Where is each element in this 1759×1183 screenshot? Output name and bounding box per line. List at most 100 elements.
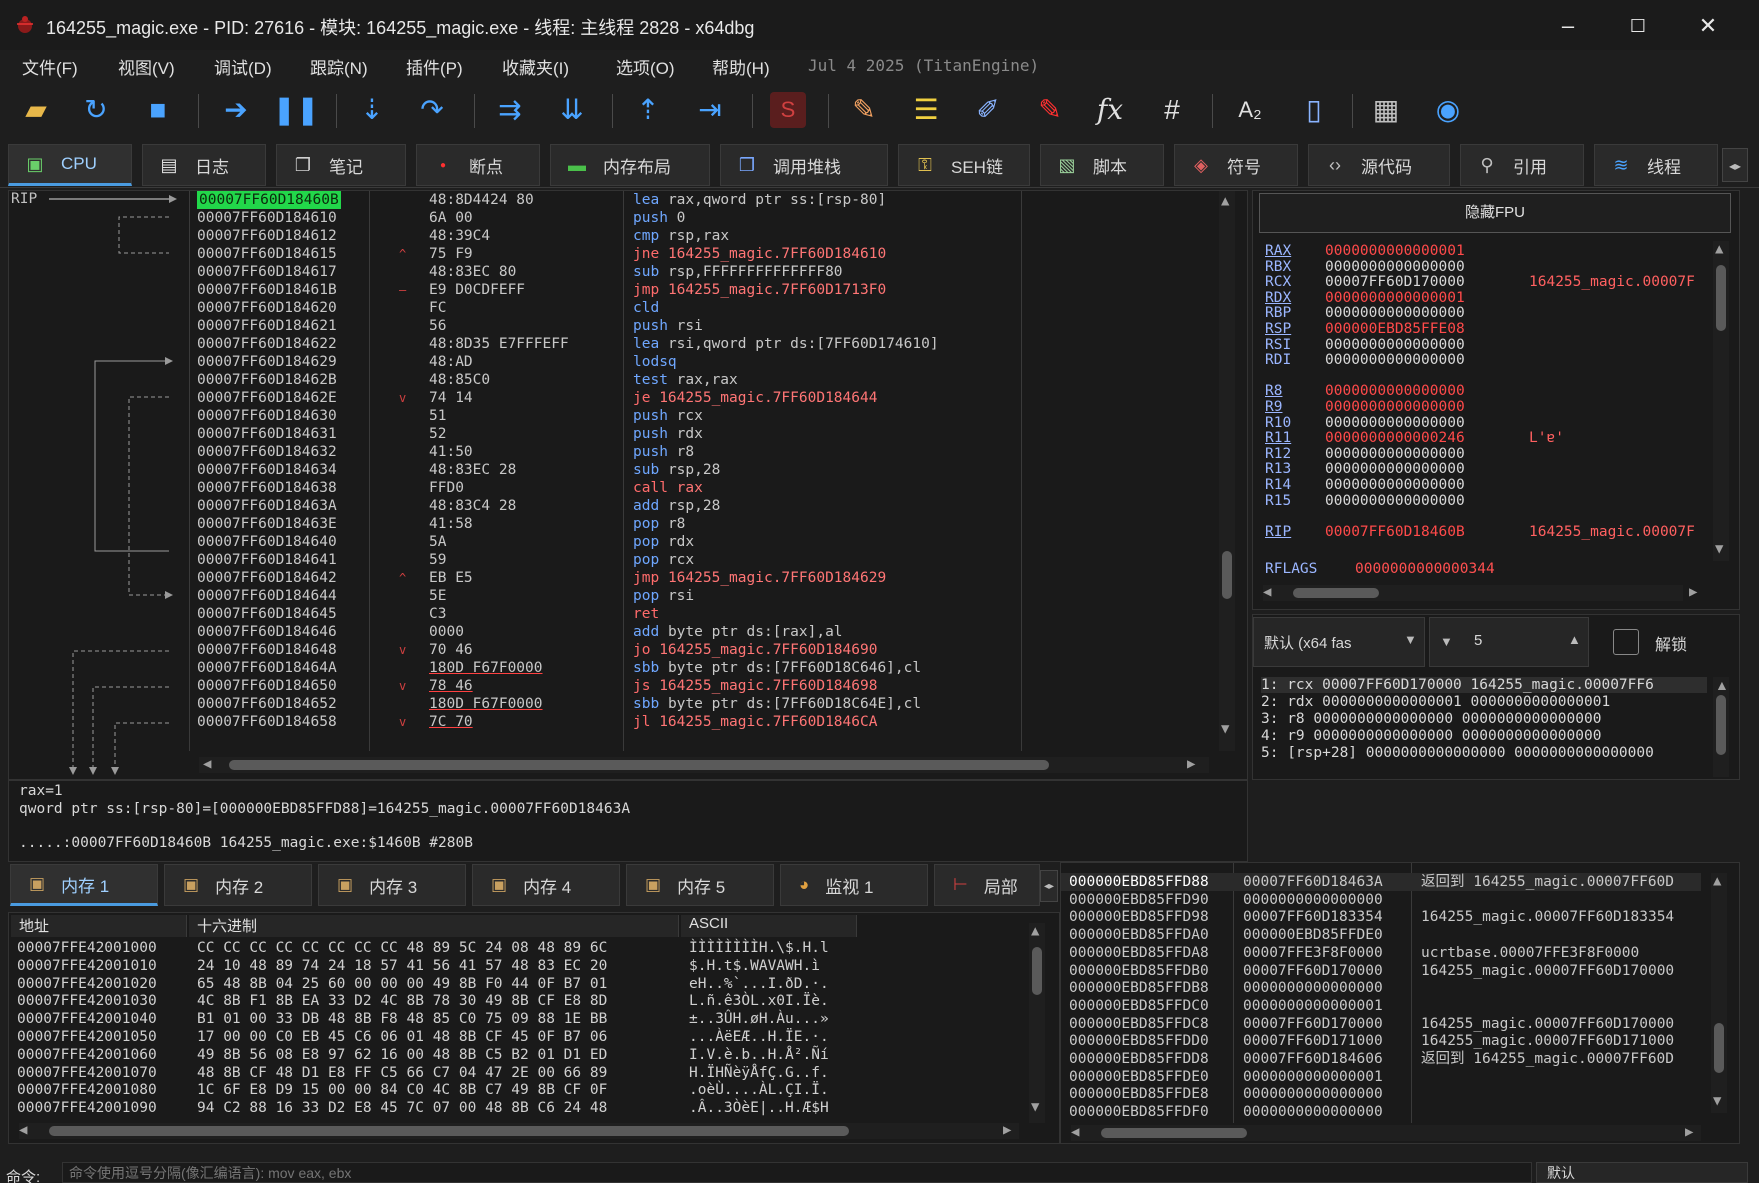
disasm-row[interactable]: 00007FF60D184630 51 push rcx (9, 407, 1209, 425)
step-into-icon[interactable]: ⇣ (354, 92, 390, 128)
stack-row[interactable]: 000000EBD85FFD90 0000000000000000 (1061, 891, 1701, 909)
disasm-row[interactable]: 00007FF60D184640 5A pop rdx (9, 533, 1209, 551)
stack-view[interactable]: 000000EBD85FFD88 00007FF60D18463A 返回到 1642… (1060, 862, 1740, 1144)
disasm-row[interactable]: 00007FF60D18464A 180D F67F0000 sbb byte pt… (9, 659, 1209, 677)
scroll-up-icon[interactable]: ▲ (1031, 923, 1039, 939)
scroll-down-icon[interactable]: ▼ (1715, 541, 1723, 557)
restart-icon[interactable]: ↻ (78, 92, 114, 128)
register-value[interactable]: 000000EBD85FFE08 (1325, 321, 1465, 337)
breakpoint-icon[interactable]: ✎ (1032, 92, 1068, 128)
register-value[interactable]: 0000000000000246 (1325, 430, 1465, 446)
dump-hscrollbar[interactable]: ◀ ▶ (19, 1122, 1019, 1139)
disasm-row[interactable]: 00007FF60D184620 FC cld (9, 299, 1209, 317)
dump-row[interactable]: 00007FFE42001070 48 8B CF 48 D1 E8 FF C5 … (9, 1064, 1019, 1082)
menu-options[interactable]: 选项(O) (616, 54, 675, 79)
register-value[interactable]: 0000000000000000 (1325, 383, 1465, 399)
tab-scroll-arrows-icon[interactable]: ◂▸ (1040, 870, 1058, 902)
disasm-row[interactable]: 00007FF60D184641 59 pop rcx (9, 551, 1209, 569)
stack-vscrollbar[interactable]: ▲ ▼ (1711, 873, 1727, 1113)
arg-count-spinbox[interactable]: ▼ 5 ▲ (1429, 617, 1589, 667)
tab-dump-4[interactable]: ▣ 内存 4 (472, 864, 620, 906)
dump-row[interactable]: 00007FFE42001000 CC CC CC CC CC CC CC CC … (9, 939, 1019, 957)
dump-header-hex[interactable]: 十六进制 (189, 915, 679, 937)
scroll-left-icon[interactable]: ◀ (1071, 1124, 1079, 1140)
menu-debug[interactable]: 调试(D) (214, 54, 272, 79)
disasm-row[interactable]: 00007FF60D184644 5E pop rsi (9, 587, 1209, 605)
scroll-right-icon[interactable]: ▶ (1187, 756, 1195, 772)
tab-memory-map[interactable]: ▬ 内存布局 (550, 144, 710, 186)
stack-row[interactable]: 000000EBD85FFDC8 00007FF60D170000 164255_m… (1061, 1015, 1701, 1033)
register-value[interactable]: 0000000000000000 (1325, 259, 1465, 275)
scroll-down-icon[interactable]: ▼ (1713, 1093, 1721, 1109)
call-argument-row[interactable]: 3: r8 0000000000000000 0000000000000000 (1261, 711, 1601, 727)
stack-row[interactable]: 000000EBD85FFDA8 00007FFE3F8F0000 ucrtbase… (1061, 944, 1701, 962)
callargs-vscrollbar[interactable]: ▲ (1713, 677, 1729, 777)
tab-seh-chain[interactable]: ⚿ SEH链 (898, 144, 1030, 186)
disasm-row[interactable]: 00007FF60D184642 ^ EB E5 jmp 164255_magic.7… (9, 569, 1209, 587)
device-icon[interactable]: ▯ (1296, 92, 1332, 128)
label-icon[interactable]: ✐ (970, 92, 1006, 128)
menu-view[interactable]: 视图(V) (118, 54, 175, 79)
scylla-icon[interactable]: S (770, 92, 806, 128)
dump-row[interactable]: 00007FFE42001020 65 48 8B 04 25 60 00 00 … (9, 975, 1019, 993)
scroll-right-icon[interactable]: ▶ (1003, 1122, 1011, 1138)
maximize-icon[interactable]: ☐ (1608, 8, 1668, 44)
close-icon[interactable]: ✕ (1678, 8, 1738, 44)
tab-scroll-arrows-icon[interactable]: ◂▸ (1722, 148, 1748, 182)
scroll-thumb[interactable] (1293, 588, 1379, 598)
calculator-icon[interactable]: ▦ (1368, 92, 1404, 128)
disasm-row[interactable]: 00007FF60D184629 48:AD lodsq (9, 353, 1209, 371)
disasm-row[interactable]: 00007FF60D18460B 48:8D4424 80 lea rax,qwor… (9, 191, 1209, 209)
function-icon[interactable]: fx (1092, 92, 1128, 128)
register-value[interactable]: 0000000000000000 (1325, 477, 1465, 493)
disasm-row[interactable]: 00007FF60D184622 48:8D35 E7FFFEFF lea rsi,… (9, 335, 1209, 353)
minimize-icon[interactable]: – (1538, 8, 1598, 44)
open-folder-icon[interactable]: ▰ (18, 92, 54, 128)
disasm-row[interactable]: 00007FF60D184658 v 7C 70 jl 164255_magic.7F… (9, 713, 1209, 731)
dump-row[interactable]: 00007FFE42001060 49 8B 56 08 E8 97 62 16 … (9, 1046, 1019, 1064)
register-value[interactable]: 0000000000000000 (1325, 352, 1465, 368)
stack-hscrollbar[interactable]: ◀ ▶ (1071, 1124, 1701, 1141)
menu-favourites[interactable]: 收藏夹(I) (502, 54, 569, 79)
stack-row[interactable]: 000000EBD85FFD98 00007FF60D183354 164255_m… (1061, 908, 1701, 926)
disasm-row[interactable]: 00007FF60D184631 52 push rdx (9, 425, 1209, 443)
disasm-row[interactable]: 00007FF60D184610 6A 00 push 0 (9, 209, 1209, 227)
scroll-thumb[interactable] (1032, 947, 1042, 995)
disasm-row[interactable]: 00007FF60D184650 v 78 46 js 164255_magic.7F… (9, 677, 1209, 695)
scroll-thumb[interactable] (1222, 551, 1232, 599)
stack-row[interactable]: 000000EBD85FFDC0 0000000000000001 (1061, 997, 1701, 1015)
scroll-up-icon[interactable]: ▲ (1715, 677, 1729, 693)
tab-dump-2[interactable]: ▣ 内存 2 (164, 864, 312, 906)
disasm-row[interactable]: 00007FF60D184612 48:39C4 cmp rsp,rax (9, 227, 1209, 245)
run-icon[interactable]: ➔ (218, 92, 254, 128)
register-value[interactable]: 00007FF60D18460B (1325, 524, 1465, 540)
menu-help[interactable]: 帮助(H) (712, 54, 770, 79)
scroll-up-icon[interactable]: ▲ (1221, 193, 1229, 209)
disasm-row[interactable]: 00007FF60D184646 0000 add byte ptr ds:[rax… (9, 623, 1209, 641)
disasm-row[interactable]: 00007FF60D18462B 48:85C0 test rax,rax (9, 371, 1209, 389)
call-argument-row[interactable]: 4: r9 0000000000000000 0000000000000000 (1261, 728, 1601, 744)
stack-row[interactable]: 000000EBD85FFDD0 00007FF60D171000 164255_m… (1061, 1032, 1701, 1050)
tab-dump-1[interactable]: ▣ 内存 1 (10, 864, 158, 906)
disasm-row[interactable]: 00007FF60D184632 41:50 push r8 (9, 443, 1209, 461)
stack-row[interactable]: 000000EBD85FFDE0 0000000000000001 (1061, 1068, 1701, 1086)
register-value[interactable]: 0000000000000000 (1325, 337, 1465, 353)
disasm-row[interactable]: 00007FF60D184652 180D F67F0000 sbb byte pt… (9, 695, 1209, 713)
disasm-row[interactable]: 00007FF60D18463E 41:58 pop r8 (9, 515, 1209, 533)
stack-row[interactable]: 000000EBD85FFDF0 0000000000000000 (1061, 1103, 1701, 1121)
regs-vscrollbar[interactable]: ▲ ▼ (1713, 241, 1729, 561)
run-to-user-code-icon[interactable]: ⇥ (692, 92, 728, 128)
disasm-row[interactable]: 00007FF60D184621 56 push rsi (9, 317, 1209, 335)
dump-row[interactable]: 00007FFE42001040 B1 01 00 33 DB 48 8B F8 … (9, 1010, 1019, 1028)
execute-till-return-icon[interactable]: ⇡ (630, 92, 666, 128)
tab-source[interactable]: ‹› 源代码 (1308, 144, 1450, 186)
registers-panel[interactable]: 隐藏FPU RAX 0000000000000001 RBX 000000000000… (1252, 190, 1740, 610)
tab-symbols[interactable]: ◈ 符号 (1174, 144, 1298, 186)
disasm-hscrollbar[interactable]: ◀ ▶ (199, 756, 1209, 773)
register-value[interactable]: 00007FF60D170000 (1325, 274, 1465, 290)
scroll-thumb[interactable] (229, 760, 1049, 770)
scroll-down-icon[interactable]: ▼ (1221, 721, 1229, 737)
hide-fpu-button[interactable]: 隐藏FPU (1259, 193, 1731, 233)
stack-row[interactable]: 000000EBD85FFDA0 000000EBD85FFDE0 (1061, 926, 1701, 944)
tab-threads[interactable]: ≋ 线程 (1594, 144, 1718, 186)
